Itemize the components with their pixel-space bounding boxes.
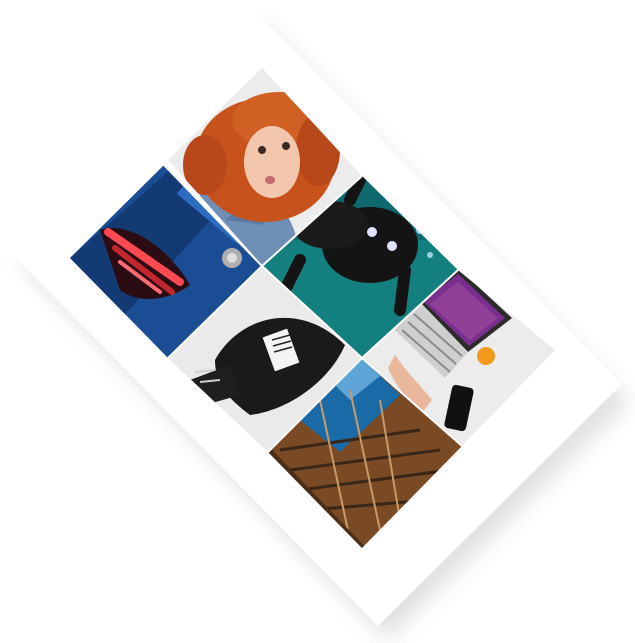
mockup-stage: [0, 0, 635, 643]
photo-collage-card: [0, 0, 635, 643]
